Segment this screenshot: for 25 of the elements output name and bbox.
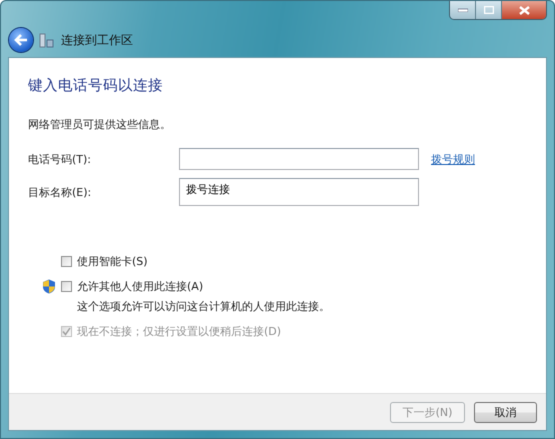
back-arrow-icon bbox=[14, 34, 28, 46]
close-icon bbox=[518, 6, 530, 14]
maximize-button[interactable] bbox=[476, 1, 502, 19]
back-button[interactable] bbox=[9, 28, 33, 52]
shield-icon bbox=[42, 279, 56, 294]
input-field[interactable] bbox=[179, 148, 419, 170]
maximize-icon bbox=[484, 6, 494, 14]
checkbox-label: 允许其他人使用此连接(A) bbox=[77, 279, 204, 294]
dialing-rules-link[interactable]: 拨号规则 bbox=[431, 152, 546, 166]
page-heading: 键入电话号码以连接 bbox=[28, 77, 164, 95]
cancel-button[interactable]: 取消 bbox=[474, 402, 537, 422]
minimize-icon bbox=[458, 8, 468, 12]
info-text: 网络管理员可提供这些信息。 bbox=[28, 117, 172, 132]
close-button[interactable] bbox=[502, 1, 546, 19]
network-icon bbox=[39, 32, 55, 48]
checkbox-label: 使用智能卡(S) bbox=[77, 254, 148, 269]
checkbox[interactable] bbox=[61, 256, 72, 267]
checkbox[interactable] bbox=[61, 281, 72, 292]
field-label: 目标名称(E): bbox=[28, 184, 92, 200]
field-label: 电话号码(T): bbox=[28, 152, 92, 166]
window-title: 连接到工作区 bbox=[61, 32, 133, 48]
input-field[interactable]: 拨号连接 bbox=[179, 178, 419, 206]
option-note: 这个选项允许可以访问这台计算机的人使用此连接。 bbox=[77, 299, 331, 314]
checkbox-label: 现在不连接；仅进行设置以便稍后连接(D) bbox=[77, 324, 282, 339]
minimize-button[interactable] bbox=[450, 1, 476, 19]
